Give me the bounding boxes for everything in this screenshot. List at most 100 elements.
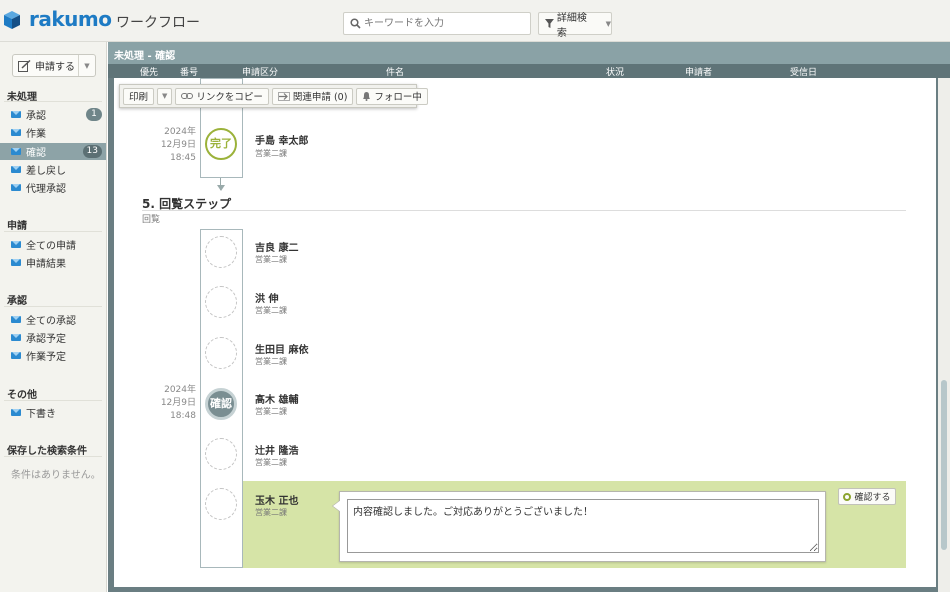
person-name: 玉木 正也 (255, 496, 299, 507)
sidebar-item-all-requests[interactable]: 全ての申請 (0, 236, 106, 253)
date-day: 12月9日 (160, 140, 196, 150)
column-header[interactable]: 件名 (386, 65, 404, 78)
person-name: 吉良 康二 (255, 243, 299, 254)
sidebar-item-label: 承認 (26, 111, 46, 122)
action-toolbar: 印刷 ▼ リンクをコピー 関連申請 (0) フォロー中 (119, 84, 428, 108)
filter-icon (545, 19, 554, 28)
date-time: 18:48 (170, 411, 196, 421)
person-name: 髙木 雄輔 (255, 395, 299, 406)
copy-link-label: リンクをコピー (196, 92, 263, 103)
sidebar-item-label: 作業予定 (26, 352, 66, 363)
person-dept: 営業二課 (255, 508, 287, 517)
section-other: その他 (7, 390, 37, 401)
comment-input[interactable]: 内容確認しました。ご対応ありがとうございました！ (347, 499, 819, 553)
sidebar-item-drafts[interactable]: 下書き (0, 404, 106, 421)
approval-date: 2024年 12月9日 18:45 (136, 126, 196, 165)
mail-icon (11, 409, 21, 416)
sidebar-item-approve[interactable]: 承認 1 (0, 106, 106, 123)
follow-button[interactable]: フォロー中 (356, 87, 428, 105)
mail-icon (11, 241, 21, 248)
logo-text: rakumo (29, 7, 112, 31)
follow-label: フォロー中 (374, 92, 422, 103)
status-pending (205, 488, 237, 520)
column-headers: 優先 番号 申請区分 件名 状況 申請者 受信日 (108, 64, 950, 78)
search-input[interactable] (364, 15, 524, 32)
comment-box: 内容確認しました。ご対応ありがとうございました！ (332, 491, 826, 562)
mail-icon (11, 111, 21, 118)
person-name: 手島 幸太郎 (255, 136, 309, 147)
person-name: 辻井 隆浩 (255, 446, 299, 457)
sidebar-item-label: 下書き (26, 409, 56, 420)
mail-icon (11, 334, 21, 341)
sidebar-item-label: 確認 (26, 148, 46, 159)
related-requests-label: 関連申請 (0) (292, 92, 348, 103)
mail-icon (11, 352, 21, 359)
divider (4, 231, 102, 232)
step-subtitle: 回覧 (142, 215, 161, 225)
sidebar-item-scheduled-work[interactable]: 作業予定 (0, 347, 106, 364)
person-dept: 営業二課 (255, 458, 287, 467)
status-pending (205, 337, 237, 369)
chevron-down-icon[interactable]: ▼ (79, 62, 95, 70)
person-dept: 営業二課 (255, 149, 287, 158)
count-badge: 13 (82, 145, 102, 158)
search-box[interactable] (343, 12, 531, 35)
scrollbar[interactable] (938, 78, 950, 592)
column-header[interactable]: 申請区分 (242, 65, 278, 78)
column-header[interactable]: 優先 (140, 65, 158, 78)
new-request-main[interactable]: 申請する (13, 55, 79, 76)
date-day: 12月9日 (160, 398, 196, 408)
confirm-button[interactable]: 確認する (838, 488, 896, 505)
column-header[interactable]: 申請者 (685, 65, 712, 78)
print-label: 印刷 (129, 92, 149, 103)
column-header[interactable]: 受信日 (790, 65, 817, 78)
date-year: 2024年 (164, 127, 196, 137)
advanced-search-button[interactable]: 詳細検索 ▼ (538, 12, 612, 39)
person-name: 洪 伸 (255, 294, 279, 305)
count-badge: 1 (86, 108, 102, 121)
column-header[interactable]: 番号 (180, 65, 198, 78)
sidebar-item-returned[interactable]: 差し戻し (0, 161, 106, 178)
mail-icon (11, 166, 21, 173)
sidebar-item-request-results[interactable]: 申請結果 (0, 254, 106, 271)
sidebar-item-scheduled-approval[interactable]: 承認予定 (0, 329, 106, 346)
status-done: 完了 (205, 128, 237, 160)
logo-icon (4, 11, 20, 29)
chevron-down-icon: ▼ (162, 92, 168, 100)
approval-date: 2024年 12月9日 18:48 (136, 384, 196, 423)
sidebar-item-confirm[interactable]: 確認 13 (0, 143, 106, 160)
new-request-button[interactable]: 申請する ▼ (12, 54, 96, 77)
print-options-button[interactable]: ▼ (157, 87, 173, 105)
related-requests-button[interactable]: 関連申請 (0) (271, 87, 354, 105)
copy-link-button[interactable]: リンクをコピー (175, 87, 269, 105)
section-saved-search: 保存した検索条件 (7, 446, 87, 457)
column-header[interactable]: 状況 (606, 65, 624, 78)
sidebar-item-proxy[interactable]: 代理承認 (0, 179, 106, 196)
mail-icon (11, 129, 21, 136)
sidebar-item-label: 全ての承認 (26, 316, 76, 327)
confirm-button-label: 確認する (854, 493, 891, 503)
status-pending (205, 286, 237, 318)
person-dept: 営業二課 (255, 306, 287, 315)
edit-icon (18, 59, 31, 72)
person-dept: 営業二課 (255, 357, 287, 366)
saved-search-empty: 条件はありません。 (11, 470, 101, 481)
date-year: 2024年 (164, 385, 196, 395)
divider (142, 210, 906, 211)
mail-icon (11, 316, 21, 323)
sidebar-item-label: 申請結果 (26, 259, 66, 270)
status-pending (205, 438, 237, 470)
divider (4, 456, 102, 457)
sidebar-item-work[interactable]: 作業 (0, 124, 106, 141)
print-button[interactable]: 印刷 (123, 87, 155, 105)
divider (4, 400, 102, 401)
sidebar-item-all-approvals[interactable]: 全ての承認 (0, 311, 106, 328)
section-approvals: 承認 (7, 296, 27, 307)
scroll-thumb[interactable] (941, 380, 947, 550)
arrow-down-icon (217, 185, 225, 191)
sidebar-item-label: 全ての申請 (26, 241, 76, 252)
sidebar-item-label: 作業 (26, 129, 46, 140)
divider (4, 306, 102, 307)
status-pending (205, 236, 237, 268)
top-bar: rakumo ワークフロー 詳細検索 ▼ (0, 0, 950, 42)
